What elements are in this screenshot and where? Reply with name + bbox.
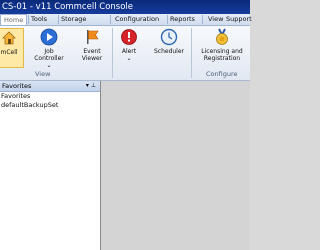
job-controller-button[interactable]: Job Controller ⌄: [32, 28, 66, 69]
menu-configuration[interactable]: Configuration: [115, 14, 159, 25]
menu-view[interactable]: View: [208, 14, 223, 25]
menu-home[interactable]: Home: [0, 14, 28, 25]
menu-support[interactable]: Support: [226, 14, 252, 25]
menu-reports[interactable]: Reports: [170, 14, 195, 25]
commcell-label: mCell: [0, 49, 18, 56]
commcell-button[interactable]: mCell: [0, 28, 24, 68]
ribbon: mCell Job Controller ⌄ Event Viewer Aler…: [0, 26, 250, 81]
ribbon-group-configure: Configure: [206, 70, 238, 78]
menu-separator: [28, 15, 29, 24]
menu-separator: [110, 15, 111, 24]
event-viewer-button[interactable]: Event Viewer: [76, 28, 108, 62]
home-icon: [0, 29, 18, 47]
chevron-down-icon: ⌄: [46, 62, 52, 69]
menu-storage[interactable]: Storage: [61, 14, 86, 25]
flag-icon: [83, 28, 101, 46]
tree-item-favorites[interactable]: Favorites: [1, 92, 100, 101]
chevron-down-icon: ⌄: [126, 55, 132, 62]
event-viewer-label: Event Viewer: [81, 48, 103, 62]
licensing-label: Licensing and Registration: [201, 48, 243, 62]
favorites-panel-header: Favorites ▾ ⊥: [0, 81, 100, 92]
pin-icon[interactable]: ▾ ⊥: [86, 81, 96, 91]
clock-icon: [160, 28, 178, 46]
ribbon-group-view: View: [35, 70, 51, 78]
medal-icon: [213, 28, 231, 46]
menu-bar: Home Tools Storage Configuration Reports…: [0, 14, 252, 26]
ribbon-separator: [112, 28, 113, 78]
alert-icon: [120, 28, 138, 46]
scheduler-button[interactable]: Scheduler: [152, 28, 186, 55]
favorites-panel-title: Favorites: [2, 82, 32, 90]
menu-tools[interactable]: Tools: [31, 14, 47, 25]
window-title-bar: CS-01 - v11 Commcell Console: [0, 0, 250, 14]
alert-label: Alert: [121, 48, 137, 55]
window-title: CS-01 - v11 Commcell Console: [2, 2, 133, 12]
menu-separator: [167, 15, 168, 24]
favorites-panel: Favorites ▾ ⊥ Favorites defaultBackupSet: [0, 81, 101, 250]
licensing-button[interactable]: Licensing and Registration: [195, 28, 249, 62]
ribbon-separator: [191, 28, 192, 78]
job-controller-label: Job Controller: [34, 48, 64, 62]
main-content-area: [101, 81, 250, 250]
alert-button[interactable]: Alert ⌄: [116, 28, 142, 62]
favorites-tree: Favorites defaultBackupSet: [0, 92, 100, 110]
job-controller-icon: [40, 28, 58, 46]
menu-separator: [202, 15, 203, 24]
menu-separator: [58, 15, 59, 24]
tree-item-defaultbackupset[interactable]: defaultBackupSet: [1, 101, 100, 110]
scheduler-label: Scheduler: [153, 48, 185, 55]
